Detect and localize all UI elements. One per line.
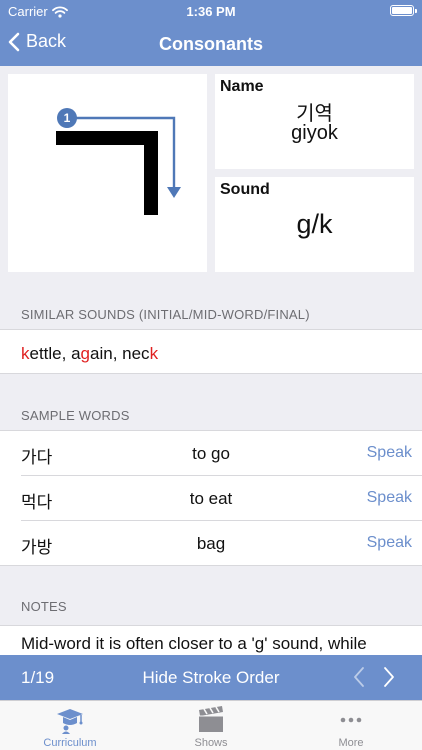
notes-text: Mid-word it is often closer to a 'g' sou… (21, 634, 367, 653)
similar-segment-ettle: ettle, a (29, 344, 81, 363)
similar-segment-ain: ain, nec (90, 344, 150, 363)
tab-label: Curriculum (43, 737, 97, 749)
word-row: 가다 to go Speak (0, 431, 422, 476)
tab-shows[interactable]: Shows (141, 701, 281, 750)
similar-sounds-text: kettle, again, neck (21, 344, 158, 364)
status-bar: Carrier 1:36 PM (0, 0, 422, 22)
stroke-order-diagram: 1 (56, 108, 181, 215)
name-romanized: giyok (291, 122, 338, 144)
previous-button[interactable] (352, 666, 366, 693)
word-meaning: to eat (189, 489, 233, 508)
speak-button[interactable]: Speak (367, 444, 412, 462)
chevron-right-icon (384, 667, 394, 687)
stroke-number: 1 (64, 111, 71, 125)
tab-curriculum[interactable]: Curriculum (0, 701, 140, 750)
name-panel: Name 기역 giyok (215, 74, 414, 169)
speak-button[interactable]: Speak (367, 534, 412, 552)
notes-header: NOTES (21, 599, 67, 614)
graduation-cap-icon (57, 709, 83, 734)
sample-words-header: SAMPLE WORDS (21, 408, 130, 423)
tab-bar: Curriculum Shows More (0, 700, 422, 750)
battery-icon (390, 5, 417, 16)
speak-button[interactable]: Speak (367, 489, 412, 507)
similar-segment-k2: k (149, 344, 159, 363)
tab-label: More (338, 737, 364, 749)
tab-more[interactable]: More (281, 701, 421, 750)
similar-segment-g: g (80, 344, 91, 363)
word-row: 먹다 to eat Speak (0, 476, 422, 521)
letter-stroke-panel: 1 (8, 74, 207, 272)
similar-segment-k1: k (21, 344, 30, 363)
word-row: 가방 bag Speak (0, 521, 422, 566)
similar-sounds-header: SIMILAR SOUNDS (INITIAL/MID-WORD/FINAL) (21, 307, 310, 322)
sound-panel: Sound g/k (215, 177, 414, 272)
clapperboard-icon (199, 706, 223, 732)
name-label: Name (220, 78, 264, 95)
page-title: Consonants (158, 34, 263, 54)
notes-row: Mid-word it is often closer to a 'g' sou… (0, 625, 422, 659)
sound-value: g/k (296, 209, 333, 239)
navigation-bar: Back Consonants (0, 22, 422, 66)
similar-sounds-row: kettle, again, neck (0, 329, 422, 374)
chevron-left-icon (354, 667, 364, 687)
stroke-toolbar: 1/19 Hide Stroke Order (0, 655, 422, 700)
word-meaning: bag (196, 534, 226, 553)
status-time: 1:36 PM (186, 4, 236, 19)
sound-label: Sound (220, 181, 270, 198)
tab-label: Shows (194, 737, 228, 749)
next-button[interactable] (382, 666, 396, 693)
word-meaning: to go (192, 444, 230, 463)
more-dots-icon (340, 717, 362, 723)
